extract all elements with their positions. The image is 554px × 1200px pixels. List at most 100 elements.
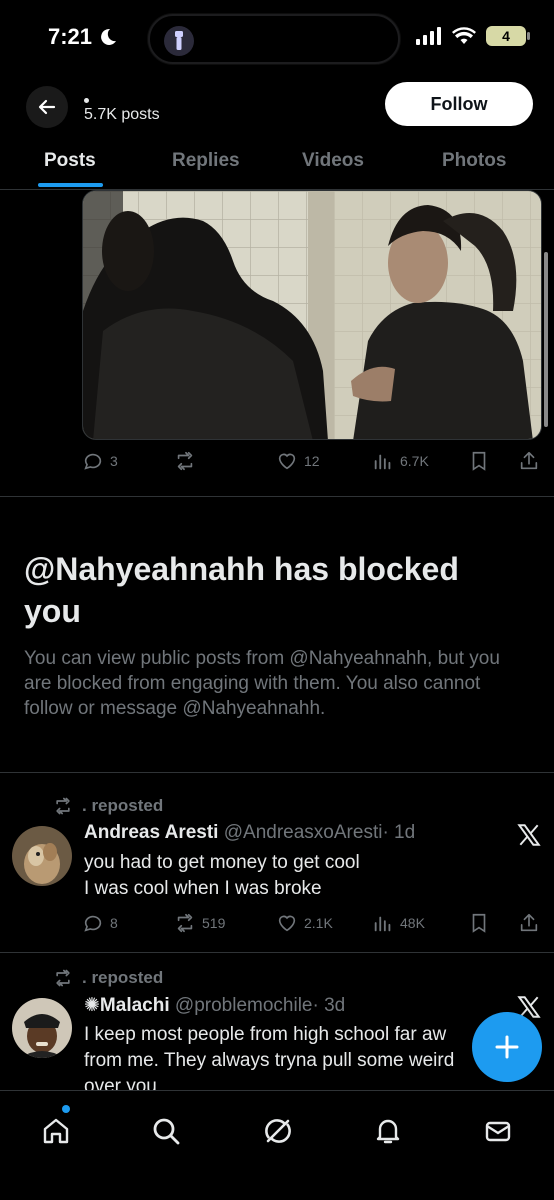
- signal-icon: [416, 27, 441, 45]
- divider: [0, 496, 554, 497]
- repost-action[interactable]: 519: [174, 912, 225, 934]
- divider: [0, 952, 554, 953]
- like-count: 2.1K: [304, 915, 333, 931]
- like-count: 12: [304, 453, 320, 469]
- share-button[interactable]: [518, 912, 540, 934]
- post-text-line: you had to get money to get cool: [84, 852, 360, 873]
- avatar[interactable]: [12, 826, 72, 886]
- profile-tabs: Posts Replies Videos Photos: [0, 134, 554, 190]
- share-icon: [520, 451, 538, 470]
- repost-action[interactable]: [174, 450, 202, 472]
- compose-button[interactable]: [472, 1012, 542, 1082]
- views-action[interactable]: 48K: [372, 912, 425, 934]
- views-icon: [374, 454, 391, 470]
- flashlight-icon: [164, 26, 194, 56]
- post-count: 5.7K posts: [84, 106, 160, 123]
- tab-posts[interactable]: Posts: [44, 150, 96, 172]
- like-icon: [278, 915, 296, 932]
- repost-icon: [177, 913, 193, 933]
- views-action[interactable]: 6.7K: [372, 450, 429, 472]
- system-icons: 4: [416, 26, 530, 46]
- compose-plus-icon: [495, 1035, 519, 1059]
- nav-grok[interactable]: [258, 1111, 298, 1151]
- repost-label: . reposted: [52, 968, 163, 988]
- post-text-line: I was cool when I was broke: [84, 878, 322, 899]
- dynamic-island: [148, 14, 400, 64]
- tab-photos[interactable]: Photos: [442, 150, 506, 172]
- author-name[interactable]: Andreas Aresti: [84, 822, 218, 843]
- reply-action[interactable]: 3: [82, 450, 118, 472]
- avatar[interactable]: [12, 998, 72, 1058]
- like-action[interactable]: 12: [276, 450, 320, 472]
- repost-label-text: . reposted: [82, 968, 164, 987]
- post-text: you had to get money to get cool I was c…: [84, 850, 484, 902]
- reply-action[interactable]: 8: [82, 912, 118, 934]
- post-time: · 1d: [382, 822, 416, 843]
- reply-count: 8: [110, 915, 118, 931]
- bottom-navigation: [0, 1090, 554, 1200]
- repost-icon: [56, 797, 70, 815]
- author-handle[interactable]: @AndreasxoAresti: [224, 822, 383, 843]
- repost-icon: [177, 451, 193, 471]
- back-button[interactable]: [26, 86, 68, 128]
- x-logo-icon: [517, 824, 541, 846]
- bookmark-button[interactable]: [468, 912, 490, 934]
- author-name[interactable]: ✺Malachi: [84, 995, 170, 1016]
- post-time: · 3d: [312, 995, 346, 1016]
- author-handle[interactable]: @problemochile: [175, 995, 313, 1016]
- views-count: 48K: [400, 915, 425, 931]
- share-icon: [520, 913, 538, 932]
- movie-still-illustration: [83, 191, 541, 439]
- blocked-description: You can view public posts from @Nahyeahn…: [24, 648, 500, 719]
- tab-videos[interactable]: Videos: [302, 150, 364, 172]
- share-button[interactable]: [518, 450, 540, 472]
- nav-home[interactable]: [36, 1111, 76, 1151]
- like-icon: [278, 453, 296, 470]
- wifi-icon: [452, 27, 476, 44]
- post-text-line: I keep most people from high school far …: [84, 1024, 447, 1045]
- post-text: I keep most people from high school far …: [84, 1022, 484, 1090]
- profile-name-dot: [84, 98, 89, 103]
- search-icon: [153, 1118, 180, 1145]
- nav-notifications[interactable]: [368, 1111, 408, 1151]
- post-text-line: over you: [84, 1076, 157, 1090]
- grok-icon: [265, 1119, 291, 1143]
- post-text-line: from me. They always tryna pull some wei…: [84, 1050, 455, 1071]
- repost-count: 519: [202, 915, 226, 931]
- moon-icon: [101, 28, 117, 45]
- repost-label: . reposted: [52, 796, 163, 816]
- reply-icon: [84, 915, 102, 932]
- status-bar: 7:21 4: [0, 0, 554, 78]
- repost-icon: [56, 969, 70, 987]
- bookmark-icon: [472, 913, 486, 933]
- home-icon: [43, 1118, 69, 1144]
- bookmark-icon: [472, 451, 486, 471]
- post-action-row: 8 519 2.1K 48K: [82, 912, 542, 938]
- post-action-row: 3 12 6.7K: [82, 450, 542, 476]
- views-icon: [374, 916, 391, 932]
- back-arrow-icon: [38, 99, 56, 115]
- repost-label-text: . reposted: [82, 796, 164, 815]
- like-action[interactable]: 2.1K: [276, 912, 333, 934]
- active-tab-indicator: [38, 183, 103, 187]
- views-count: 6.7K: [400, 453, 429, 469]
- mail-icon: [485, 1121, 511, 1142]
- nav-search[interactable]: [146, 1111, 186, 1151]
- battery-indicator: 4: [486, 26, 530, 46]
- reply-count: 3: [110, 453, 118, 469]
- reply-icon: [84, 453, 102, 470]
- divider: [0, 772, 554, 773]
- profile-header: 5.7K posts Follow: [0, 78, 554, 134]
- post-author-line: ✺Malachi @problemochile· 3d: [84, 994, 345, 1017]
- nav-messages[interactable]: [478, 1111, 518, 1151]
- post-author-line: Andreas Aresti @AndreasxoAresti· 1d: [84, 822, 415, 844]
- post-media-image[interactable]: [82, 190, 542, 440]
- tab-replies[interactable]: Replies: [172, 150, 240, 172]
- bookmark-button[interactable]: [468, 450, 490, 472]
- blocked-title: @Nahyeahnahh has blocked you: [24, 551, 459, 629]
- follow-button[interactable]: Follow: [385, 82, 533, 126]
- notification-dot: [62, 1105, 70, 1113]
- bell-icon: [376, 1119, 400, 1144]
- status-time: 7:21: [48, 24, 118, 50]
- scrollbar[interactable]: [544, 252, 548, 427]
